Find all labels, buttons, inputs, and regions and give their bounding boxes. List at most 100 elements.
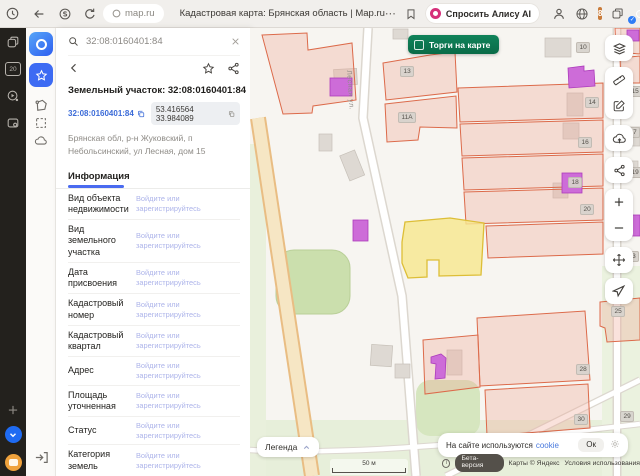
zoom-out-button[interactable] — [605, 215, 633, 241]
back-chevron-button[interactable] — [68, 62, 80, 74]
info-row: Кадастровый квартал Войдите или зарегистр… — [68, 326, 240, 358]
history-clock-icon[interactable] — [5, 6, 20, 21]
more-menu-icon[interactable]: ⋯ — [385, 7, 397, 20]
notifications-badge[interactable]: 8 — [597, 7, 603, 20]
info-icon[interactable]: i — [442, 458, 451, 468]
info-row: Дата присвоения Войдите или зарегистрируй… — [68, 263, 240, 295]
layers-button[interactable] — [605, 35, 633, 61]
weather-cloud-icon[interactable] — [29, 134, 53, 148]
tab-information[interactable]: Информация — [68, 171, 130, 188]
extensions-icon[interactable] — [611, 7, 624, 20]
add-panel-button[interactable] — [0, 404, 26, 416]
translate-globe-icon[interactable] — [575, 7, 589, 21]
login-link[interactable]: Войдите или зарегистрируйтесь — [130, 391, 240, 410]
measure-draw-group — [605, 67, 633, 119]
info-row: Кадастровый номер Войдите или зарегистрир… — [68, 294, 240, 326]
legend-button[interactable]: Легенда — [257, 437, 320, 457]
parcel-number-plate: 14 — [585, 97, 600, 109]
move-icon — [612, 253, 626, 267]
search-input[interactable] — [86, 36, 224, 47]
info-rows: Вид объекта недвижимости Войдите или заре… — [68, 189, 240, 476]
parcel-info-panel: Земельный участок: 32:08:0160401:84 32:0… — [56, 28, 250, 476]
parcel-number-plate: 16 — [578, 137, 593, 149]
zoom-in-button[interactable] — [605, 189, 633, 215]
cadastral-number-link[interactable]: 32:08:0160401:84 — [68, 109, 145, 118]
chevron-up-icon — [304, 445, 310, 449]
pan-mode-button[interactable] — [605, 247, 633, 273]
scale-bar: 50 м — [330, 459, 408, 475]
selected-parcel[interactable] — [401, 217, 485, 279]
trades-checkbox[interactable] — [414, 39, 424, 50]
messenger-app-icon[interactable] — [0, 426, 26, 443]
ask-alice-button[interactable]: Спросить Алису AI — [424, 3, 540, 24]
cookie-banner: На сайте используются cookie Ок — [438, 433, 628, 457]
favorites-tool-active[interactable] — [29, 63, 53, 87]
info-row: Вид земельного участка Войдите или зареги… — [68, 220, 240, 263]
zoom-controls — [605, 189, 633, 241]
login-link[interactable]: Войдите или зарегистрируйтесь — [130, 300, 240, 319]
video-player-icon[interactable] — [0, 89, 26, 103]
mail-app-icon[interactable] — [0, 454, 26, 471]
share-button[interactable] — [227, 62, 240, 75]
login-link[interactable]: Войдите или зарегистрируйтесь — [130, 361, 240, 380]
select-area-tool-icon[interactable] — [29, 116, 53, 130]
browser-side-rail: 20 ⋯ — [0, 28, 26, 476]
app-rail — [26, 28, 56, 476]
ruler-button[interactable] — [605, 67, 633, 93]
login-link[interactable]: Войдите или зарегистрируйтесь — [130, 194, 240, 213]
parcel-number-plate: 28 — [576, 364, 591, 376]
tabs-counter[interactable]: 20 — [0, 62, 26, 76]
screenshot-tool-icon[interactable] — [0, 116, 26, 130]
site-badge-icon — [112, 9, 121, 18]
copy-icon[interactable] — [137, 110, 145, 118]
edit-icon — [613, 100, 625, 112]
draw-button[interactable] — [605, 93, 633, 119]
coordinates-chip[interactable]: 53.416564 33.984089 — [150, 102, 240, 125]
info-row: Площадь уточненная Войдите или зарегистри… — [68, 386, 240, 417]
windows-icon[interactable] — [0, 35, 26, 49]
profile-icon[interactable] — [552, 7, 566, 21]
login-link[interactable]: Войдите или зарегистрируйтесь — [130, 231, 240, 250]
address-bar[interactable]: map.ru — [103, 4, 164, 23]
map-share-button[interactable] — [605, 157, 633, 183]
parcel-number-plate: 30 — [574, 414, 589, 426]
cookie-ok-button[interactable]: Ок — [578, 438, 604, 452]
search-bar[interactable] — [68, 28, 240, 56]
cookie-link[interactable]: cookie — [536, 441, 559, 450]
navigation-arrow-icon — [612, 284, 626, 298]
login-link[interactable]: Войдите или зарегистрируйтесь — [130, 268, 240, 287]
info-row: Статус Войдите или зарегистрируйтесь — [68, 417, 240, 446]
polygon-tool-icon[interactable] — [29, 98, 53, 113]
bookmark-icon[interactable] — [405, 8, 417, 20]
upload-button[interactable] — [605, 125, 633, 151]
login-icon[interactable] — [29, 450, 53, 465]
trades-on-map-toggle[interactable]: Торги на карте — [408, 35, 500, 54]
locate-me-button[interactable] — [605, 278, 633, 304]
parcel-title: Земельный участок: 32:08:0160401:84 — [68, 85, 247, 96]
info-row: Вид объекта недвижимости Войдите или заре… — [68, 189, 240, 220]
minus-icon — [614, 227, 624, 229]
refresh-button[interactable] — [83, 7, 97, 21]
share-icon — [613, 164, 625, 176]
parcel-number-plate: 10 — [576, 42, 591, 54]
clear-search-icon[interactable] — [231, 37, 240, 46]
copyright-text[interactable]: Карты © Яндекс — [509, 460, 560, 467]
login-link[interactable]: Войдите или зарегистрируйтесь — [130, 451, 240, 470]
browser-toolbar: map.ru Кадастровая карта: Брянская облас… — [0, 0, 640, 28]
protect-mode-icon[interactable] — [58, 7, 72, 21]
login-link[interactable]: Войдите или зарегистрируйтесь — [130, 331, 240, 350]
cookie-settings-icon[interactable] — [610, 436, 620, 454]
scale-line — [332, 467, 406, 473]
login-link[interactable]: Войдите или зарегистрируйтесь — [130, 421, 240, 440]
copy-icon[interactable] — [228, 110, 235, 118]
favorite-star-button[interactable] — [202, 62, 215, 75]
back-button[interactable] — [32, 7, 46, 21]
star-icon — [35, 69, 47, 81]
tab-title: Кадастровая карта: Брянская область | Ma… — [179, 8, 385, 19]
plus-icon — [614, 197, 624, 207]
extension-check-badge: ✓ — [628, 15, 637, 24]
terms-link[interactable]: Условия использования — [565, 460, 640, 467]
map-app-logo[interactable] — [29, 32, 53, 56]
map-canvas[interactable]: Лесная ул. 13 11А 10 14 15 16 17 18 19 2… — [250, 28, 640, 476]
search-icon — [69, 37, 78, 46]
